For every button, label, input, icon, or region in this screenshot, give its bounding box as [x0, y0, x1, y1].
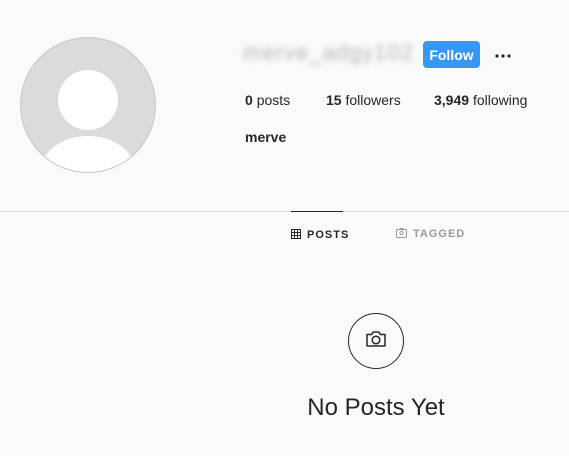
tab-tagged-label: TAGGED: [413, 228, 466, 240]
stat-following[interactable]: 3,949 following: [434, 92, 527, 108]
empty-state-camera: [348, 313, 404, 369]
profile-username: merve_adgy102: [243, 40, 414, 65]
stat-posts: 0 posts: [245, 92, 290, 108]
following-label: following: [472, 92, 528, 108]
tab-posts[interactable]: POSTS: [291, 211, 348, 258]
tab-posts-label: POSTS: [307, 229, 350, 241]
following-count: 3,949: [434, 92, 470, 108]
followers-label: followers: [345, 92, 401, 108]
grid-icon: [291, 228, 301, 242]
profile-avatar[interactable]: [20, 37, 156, 173]
section-divider: [0, 211, 569, 212]
tag-icon: [396, 227, 407, 241]
avatar-placeholder-head: [58, 70, 118, 130]
tab-tagged[interactable]: TAGGED: [396, 211, 465, 257]
avatar-placeholder-body: [41, 136, 135, 172]
follow-button[interactable]: Follow: [423, 41, 480, 68]
camera-icon: [365, 330, 387, 353]
posts-label: posts: [256, 92, 291, 108]
profile-full-name: merve: [245, 129, 287, 145]
empty-state-title: No Posts Yet: [307, 394, 445, 421]
stat-followers[interactable]: 15 followers: [326, 92, 401, 108]
posts-count: 0: [245, 92, 253, 108]
more-options-button[interactable]: [494, 45, 512, 63]
more-horizontal-icon: [495, 45, 511, 63]
followers-count: 15: [326, 92, 342, 108]
